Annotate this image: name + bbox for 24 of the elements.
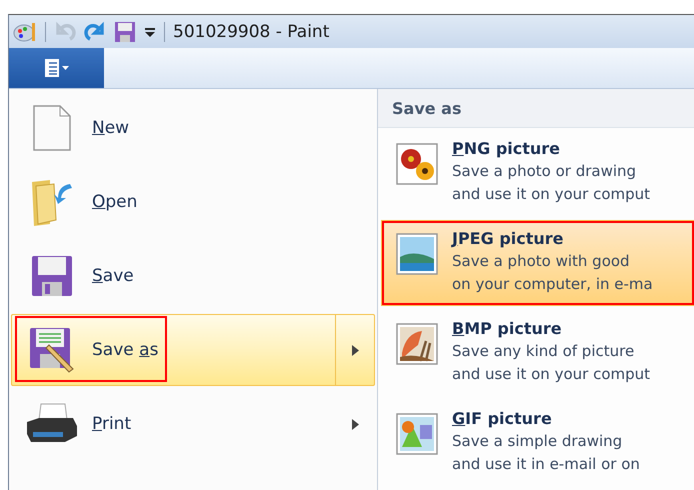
format-option[interactable]: PNG picture Save a photo or drawing and use it on your comput [381, 130, 694, 216]
submenu-arrow-icon [352, 344, 358, 356]
file-menu-button[interactable] [9, 48, 104, 88]
paint-brushes-thumbnail-icon [396, 323, 438, 365]
floppy-disk-pencil-icon [29, 327, 75, 373]
menu-item[interactable]: Open [11, 166, 375, 238]
format-option[interactable]: GIF picture Save a simple drawing and use it in e-mail or on [381, 400, 694, 486]
window-title: 501029908 - Paint [173, 22, 330, 42]
shapes-thumbnail-icon [396, 413, 438, 455]
submenu-arrow-icon [352, 418, 358, 430]
menu-item[interactable]: Print [11, 388, 375, 460]
blank-page-icon [32, 104, 72, 152]
landscape-thumbnail-icon [396, 233, 438, 275]
menu-icon [44, 58, 68, 78]
format-option[interactable]: JPEG picture Save a photo with good on your computer, in e-ma [381, 220, 694, 306]
paint-palette-icon[interactable] [13, 20, 37, 42]
menu-item[interactable]: New [11, 92, 375, 164]
redo-icon[interactable] [84, 20, 106, 42]
format-option[interactable]: BMP picture Save any kind of picture and use it on your comput [381, 310, 694, 396]
dropdown-icon[interactable] [144, 26, 156, 38]
menu-item[interactable]: Save [11, 240, 375, 312]
menu-item[interactable]: Save as [11, 314, 375, 386]
panel-title: Save as [378, 89, 694, 128]
flower-thumbnail-icon [396, 143, 438, 185]
